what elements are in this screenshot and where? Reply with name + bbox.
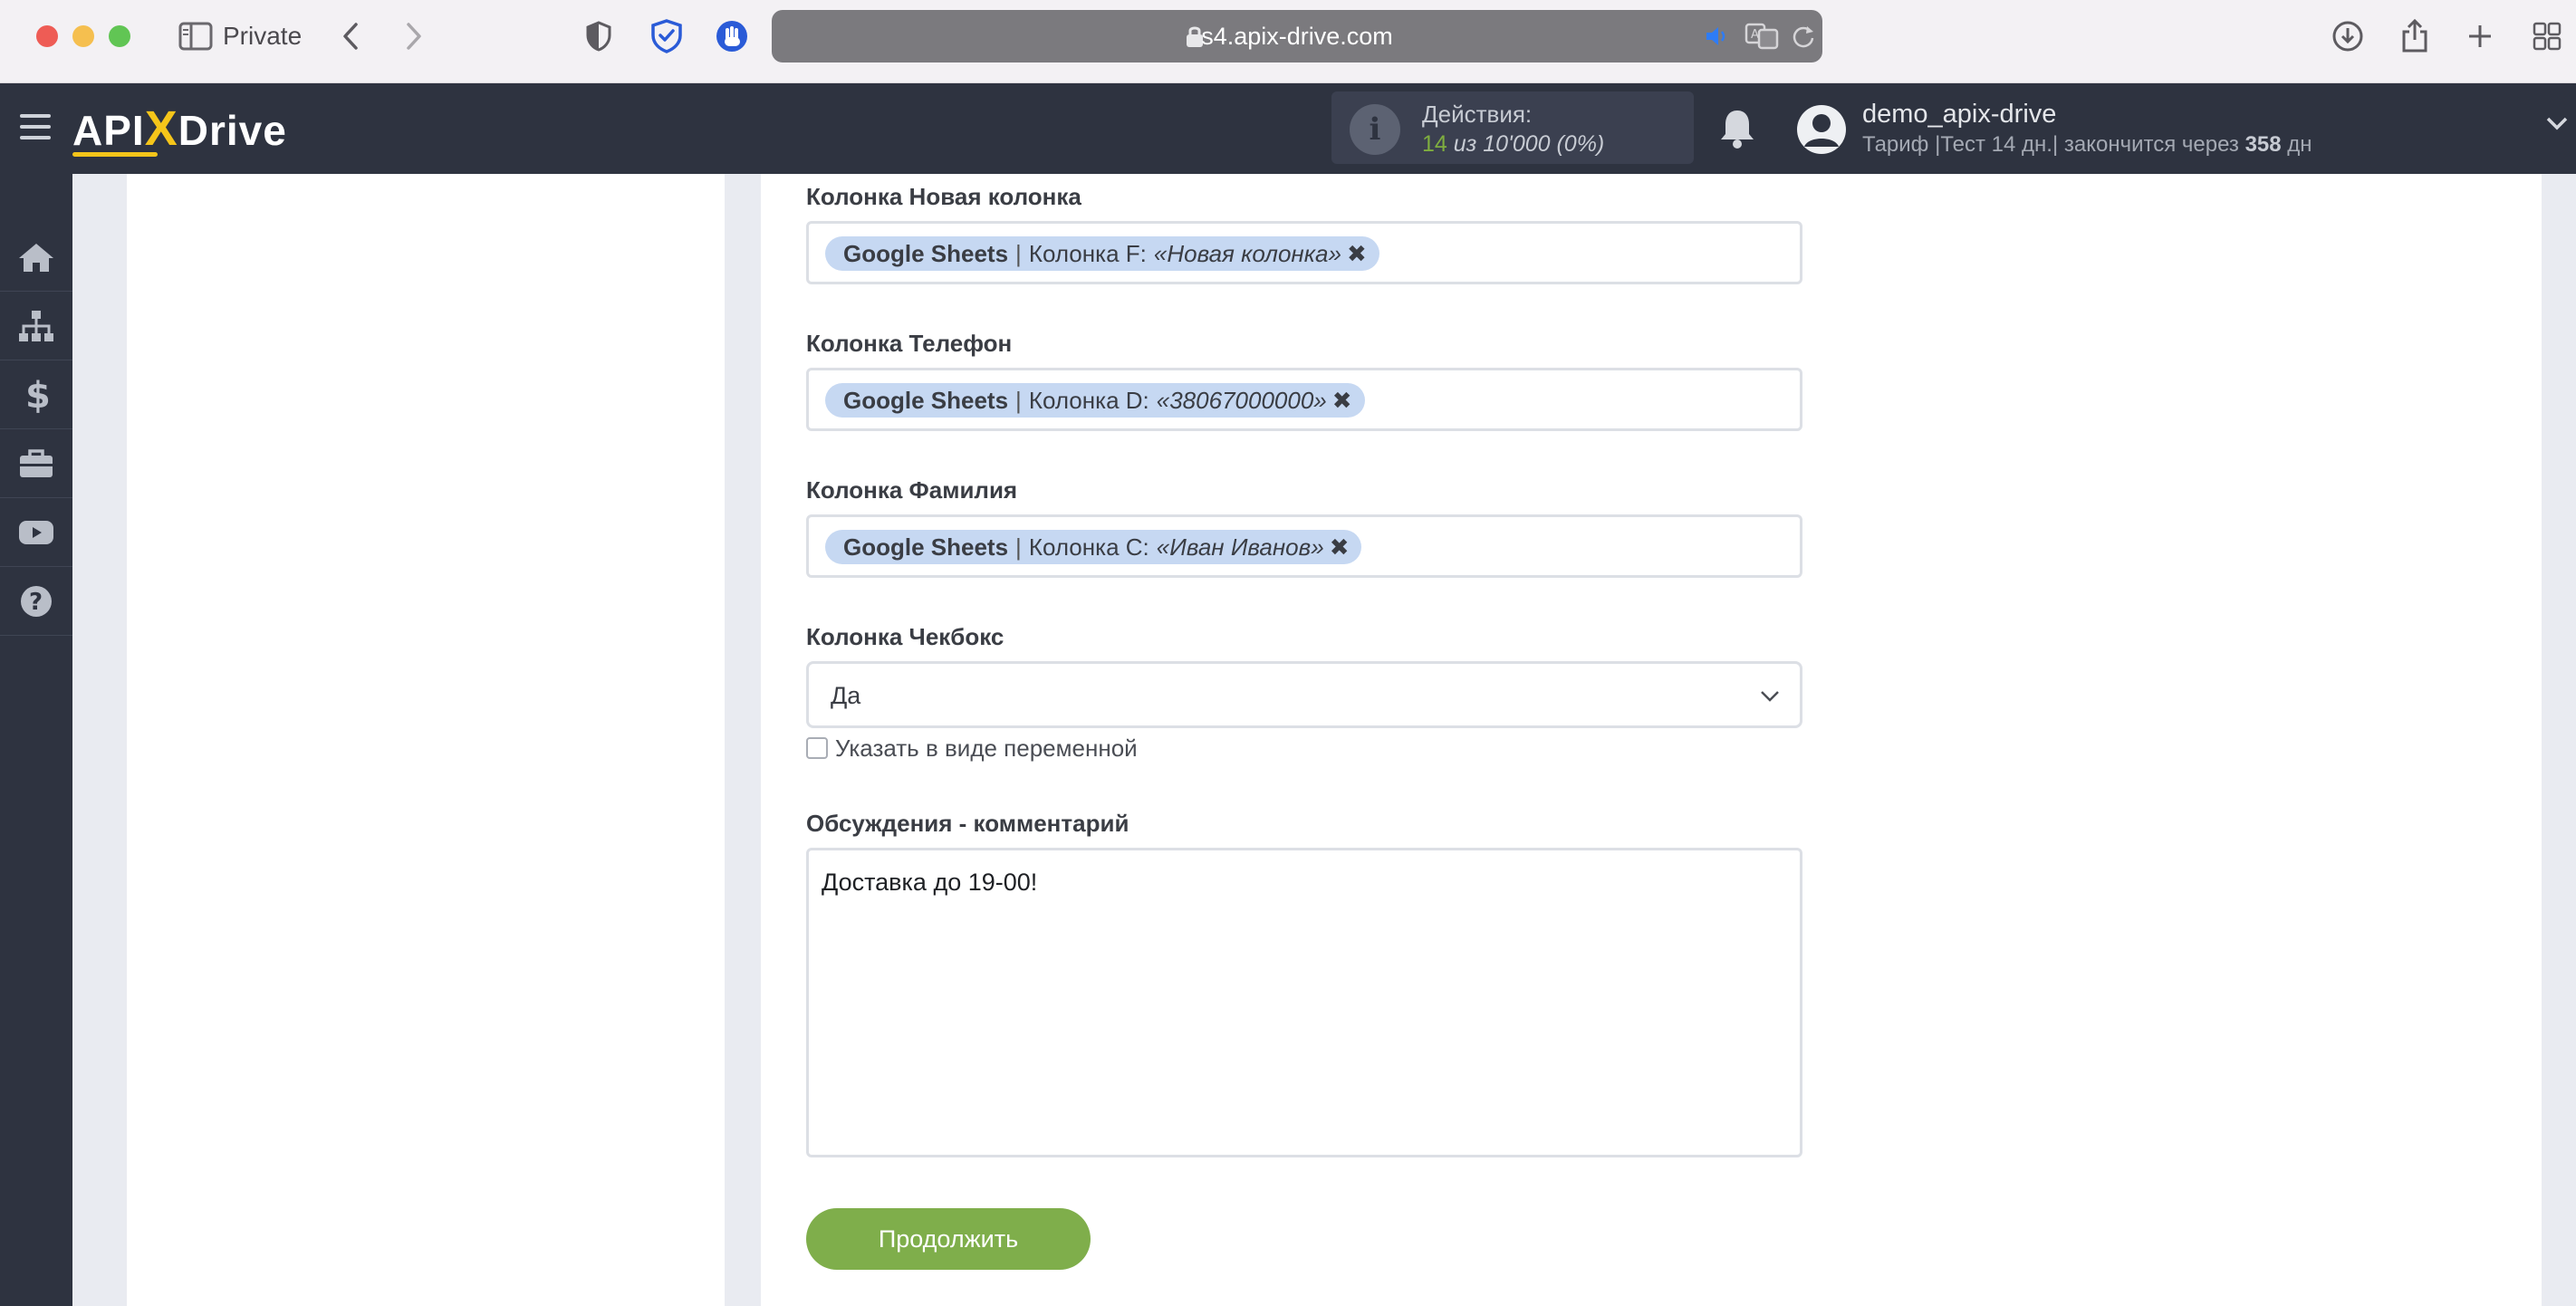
user-avatar[interactable] [1797,105,1846,154]
svg-text:?: ? [29,589,43,616]
actions-title: Действия: [1422,101,1533,128]
continue-button[interactable]: Продолжить [806,1208,1091,1270]
info-icon: i [1350,104,1400,155]
field-input-new-column[interactable]: Google Sheets | Колонка F: «Новая колонка» … [806,221,1802,284]
nav-video[interactable] [0,498,72,567]
private-label: Private [223,22,303,50]
back-icon[interactable] [337,16,364,56]
chevron-down-icon [1761,691,1779,702]
field-label-checkbox: Колонка Чекбокс [806,623,1004,650]
nav-services[interactable] [0,429,72,498]
svg-text:$: $ [25,376,50,414]
downloads-icon[interactable] [2328,16,2368,56]
actions-counter: i Действия: 14 из 10'000 (0%) [1331,91,1694,164]
app-header: APIXDrive [0,83,2576,174]
privacy-shield-icon[interactable] [583,16,614,56]
checkbox-value-select[interactable]: Да [806,661,1802,728]
nav-help[interactable]: ? [0,567,72,636]
bitwarden-shield-icon[interactable] [649,16,685,56]
remove-tag-icon[interactable]: ✖ [1332,387,1352,415]
maximize-window-button[interactable] [109,25,130,47]
field-label-new-column: Колонка Новая колонка [806,183,1081,210]
left-navigation: $ ? [0,174,72,1306]
forward-icon[interactable] [400,16,428,56]
youtube-icon [19,520,53,544]
minimize-window-button[interactable] [72,25,94,47]
svg-text:A: A [1751,28,1759,42]
nav-home[interactable] [0,223,72,292]
browser-toolbar: Private s4.apix-drive.com A [0,0,2576,83]
remove-tag-icon[interactable]: ✖ [1347,240,1367,268]
variable-tag: Google Sheets | Колонка F: «Новая колонка» … [825,236,1379,271]
as-variable-label[interactable]: Указать в виде переменной [835,735,1138,763]
menu-toggle-icon[interactable] [20,114,51,141]
nav-billing[interactable]: $ [0,360,72,429]
user-name[interactable]: demo_apix-drive [1862,100,2056,130]
select-value: Да [831,682,861,709]
variable-tag: Google Sheets | Колонка D: «38067000000» ✖ [825,383,1365,418]
field-input-surname[interactable]: Google Sheets | Колонка C: «Иван Иванов» ✖ [806,514,1802,578]
address-bar[interactable]: s4.apix-drive.com A [772,10,1822,62]
url-text: s4.apix-drive.com [1201,23,1393,50]
new-tab-icon[interactable] [2462,16,2498,56]
help-icon: ? [21,585,52,617]
remove-tag-icon[interactable]: ✖ [1330,533,1350,562]
as-variable-checkbox[interactable] [806,737,828,759]
actions-value: 14 из 10'000 (0%) [1422,131,1605,157]
notifications-bell-icon[interactable] [1717,107,1757,150]
share-icon[interactable] [2397,16,2433,56]
field-label-surname: Колонка Фамилия [806,476,1018,504]
field-label-comment: Обсуждения - комментарий [806,810,1129,837]
reload-icon[interactable] [1792,24,1815,48]
translate-icon[interactable]: A [1745,23,1781,50]
variable-tag: Google Sheets | Колонка C: «Иван Иванов» ✖ [825,530,1362,564]
dollar-icon: $ [25,376,50,414]
sitemap-icon [19,310,53,341]
hand-blocker-icon[interactable] [714,16,750,56]
speaker-icon[interactable] [1705,24,1730,48]
apix-drive-logo[interactable]: APIXDrive [72,101,287,158]
user-plan: Тариф |Тест 14 дн.| закончится через 358… [1862,132,2312,157]
left-panel [127,174,725,1306]
tab-overview-icon[interactable] [2529,16,2565,56]
user-menu-chevron-icon[interactable] [2545,116,2569,132]
home-icon [19,243,53,272]
nav-connections[interactable] [0,292,72,360]
briefcase-icon [20,448,53,477]
field-input-phone[interactable]: Google Sheets | Колонка D: «38067000000» ✖ [806,368,1802,431]
comment-textarea[interactable]: Доставка до 19-00! [806,848,1802,1157]
close-window-button[interactable] [36,25,58,47]
field-label-phone: Колонка Телефон [806,330,1013,357]
sidebar-toggle-icon[interactable] [178,16,214,56]
